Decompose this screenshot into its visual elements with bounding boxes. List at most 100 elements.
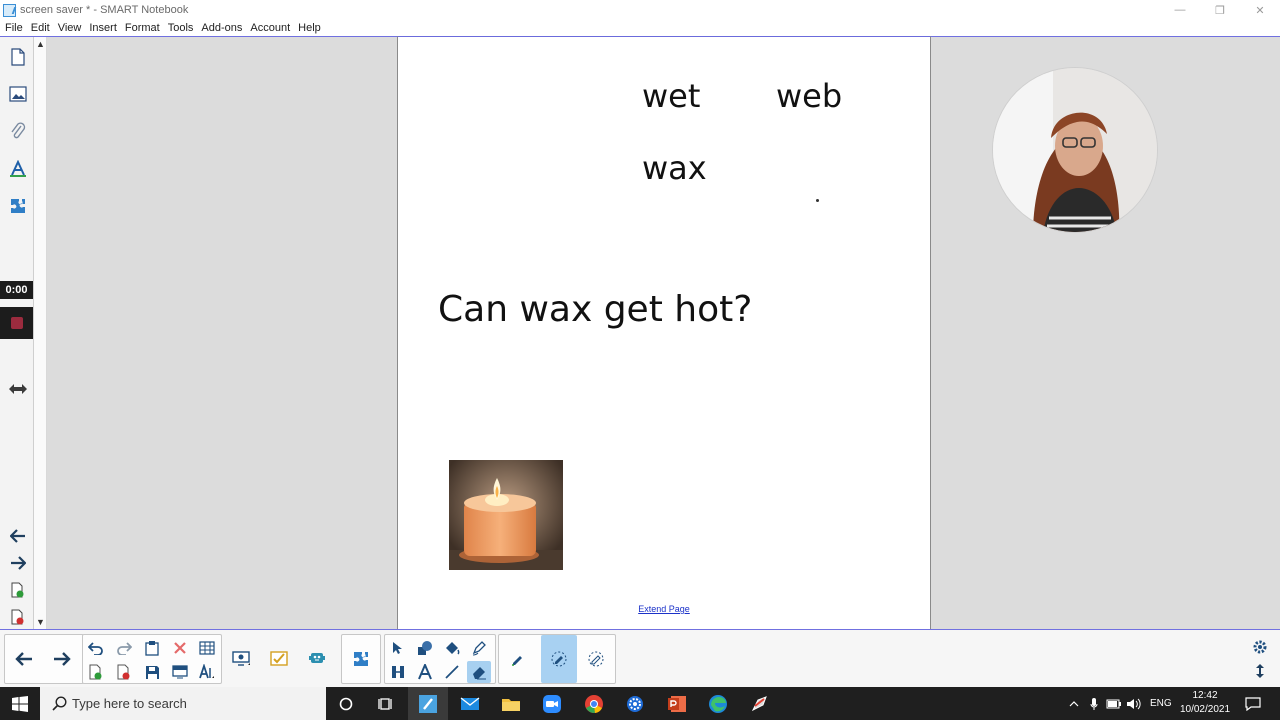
powerpoint-icon[interactable] <box>657 687 697 720</box>
record-button[interactable] <box>0 307 33 339</box>
taskbar-search-box[interactable]: Type here to search <box>40 687 326 720</box>
side-bar: 0:00 <box>0 37 34 629</box>
edge-icon[interactable] <box>698 687 738 720</box>
undo-icon[interactable] <box>84 637 108 659</box>
record-icon <box>10 317 23 329</box>
edit-group <box>82 634 222 684</box>
menu-view[interactable]: View <box>58 22 82 34</box>
save-icon[interactable] <box>140 661 164 683</box>
chrome-icon[interactable] <box>574 687 614 720</box>
creative-pen-icon[interactable] <box>581 635 611 683</box>
minimize-button[interactable]: — <box>1160 0 1200 20</box>
menu-file[interactable]: File <box>5 22 23 34</box>
smart-notebook-taskbar-icon[interactable] <box>408 687 448 720</box>
taskbar: Type here to search ENG 12:42 10/02/2021 <box>0 687 1280 720</box>
task-view-icon[interactable] <box>366 687 406 720</box>
toolbar-previous-page-button[interactable] <box>9 635 39 683</box>
page-word-wet[interactable]: wet <box>642 77 700 115</box>
webcam-overlay <box>992 67 1158 233</box>
menu-account[interactable]: Account <box>250 22 290 34</box>
menu-bar: File Edit View Insert Format Tools Add-o… <box>0 20 1280 36</box>
next-page-icon[interactable] <box>4 549 32 577</box>
scroll-up-arrow-icon[interactable]: ▲ <box>35 38 46 49</box>
lines-icon[interactable] <box>440 661 464 683</box>
window-title: screen saver * - SMART Notebook <box>20 4 189 16</box>
page-word-web[interactable]: web <box>776 77 842 115</box>
previous-page-icon[interactable] <box>4 522 32 550</box>
menu-insert[interactable]: Insert <box>89 22 117 34</box>
menu-help[interactable]: Help <box>298 22 321 34</box>
close-button[interactable]: ✕ <box>1240 0 1280 20</box>
zoom-icon[interactable] <box>532 687 572 720</box>
sidebar-scrollbar[interactable]: ▲ ▼ <box>34 37 47 629</box>
recording-timer: 0:00 <box>0 281 33 299</box>
file-explorer-icon[interactable] <box>491 687 531 720</box>
notebook-page[interactable]: wet web wax Can wax get hot? Extend Page <box>397 36 931 629</box>
redo-icon[interactable] <box>112 637 136 659</box>
paste-icon[interactable] <box>140 637 164 659</box>
screen-shade-icon[interactable] <box>168 661 192 683</box>
eraser-icon[interactable] <box>467 661 491 683</box>
delete-icon[interactable] <box>168 637 192 659</box>
pens-icon[interactable] <box>467 637 491 659</box>
select-icon[interactable] <box>386 637 410 659</box>
notifications-icon[interactable] <box>1240 687 1266 720</box>
fonts-icon[interactable] <box>195 661 219 683</box>
table-icon[interactable] <box>195 637 219 659</box>
search-icon <box>52 696 67 711</box>
menu-add-ons[interactable]: Add-ons <box>201 22 242 34</box>
move-toolbar-icon[interactable] <box>1248 660 1272 682</box>
battery-icon[interactable] <box>1104 687 1124 720</box>
show-hidden-icons-icon[interactable] <box>1064 687 1084 720</box>
smart-ink-icon[interactable] <box>740 687 780 720</box>
add-page-toolbar-icon[interactable] <box>84 661 108 683</box>
settings-app-icon[interactable] <box>615 687 655 720</box>
restore-button[interactable]: ❐ <box>1200 0 1240 20</box>
title-bar: screen saver * - SMART Notebook — ❐ ✕ <box>0 0 1280 20</box>
fill-icon[interactable] <box>440 637 464 659</box>
response-icon[interactable] <box>264 634 294 682</box>
delete-page-icon[interactable] <box>4 603 32 631</box>
highlighter-pen-icon[interactable] <box>541 635 577 683</box>
clock-time: 12:42 <box>1192 690 1218 701</box>
toolbar-next-page-button[interactable] <box>47 635 77 683</box>
attachments-icon[interactable] <box>4 117 32 145</box>
move-sidebar-icon[interactable] <box>4 375 32 403</box>
volume-icon[interactable] <box>1124 687 1144 720</box>
measurement-icon[interactable] <box>386 661 410 683</box>
window-controls: — ❐ ✕ <box>1160 0 1280 20</box>
add-ons-icon[interactable] <box>4 192 32 220</box>
clock-date: 10/02/2021 <box>1179 704 1231 715</box>
taskbar-clock[interactable]: 12:42 10/02/2021 <box>1178 689 1232 717</box>
language-indicator[interactable]: ENG <box>1150 698 1172 709</box>
ink-dot <box>816 199 819 202</box>
candle-image[interactable] <box>449 460 563 570</box>
start-button[interactable] <box>0 687 40 720</box>
menu-format[interactable]: Format <box>125 22 160 34</box>
add-page-icon[interactable] <box>4 576 32 604</box>
page-word-wax[interactable]: wax <box>642 149 707 187</box>
scroll-down-arrow-icon[interactable]: ▼ <box>35 616 46 627</box>
delete-page-toolbar-icon[interactable] <box>112 661 136 683</box>
smart-notebook-app-icon <box>3 3 16 17</box>
gallery-icon[interactable] <box>4 80 32 108</box>
page-sorter-icon[interactable] <box>4 43 32 71</box>
page-question[interactable]: Can wax get hot? <box>438 289 752 330</box>
screen-capture-icon[interactable] <box>226 634 256 682</box>
magic-pen-icon[interactable] <box>503 635 533 683</box>
lab-group <box>300 634 334 684</box>
menu-edit[interactable]: Edit <box>31 22 50 34</box>
mail-icon[interactable] <box>450 687 490 720</box>
extend-page-link[interactable]: Extend Page <box>398 604 930 614</box>
capture-group <box>222 634 260 684</box>
bottom-toolbar <box>0 629 1280 687</box>
properties-icon[interactable] <box>4 155 32 183</box>
text-icon[interactable] <box>413 661 437 683</box>
menu-tools[interactable]: Tools <box>168 22 194 34</box>
shapes-icon[interactable] <box>413 637 437 659</box>
microphone-icon[interactable] <box>1084 687 1104 720</box>
add-ons-toolbar-icon[interactable] <box>346 635 376 683</box>
cortana-icon[interactable] <box>326 687 366 720</box>
gear-icon[interactable] <box>1248 636 1272 658</box>
lab-activities-icon[interactable] <box>302 634 332 682</box>
